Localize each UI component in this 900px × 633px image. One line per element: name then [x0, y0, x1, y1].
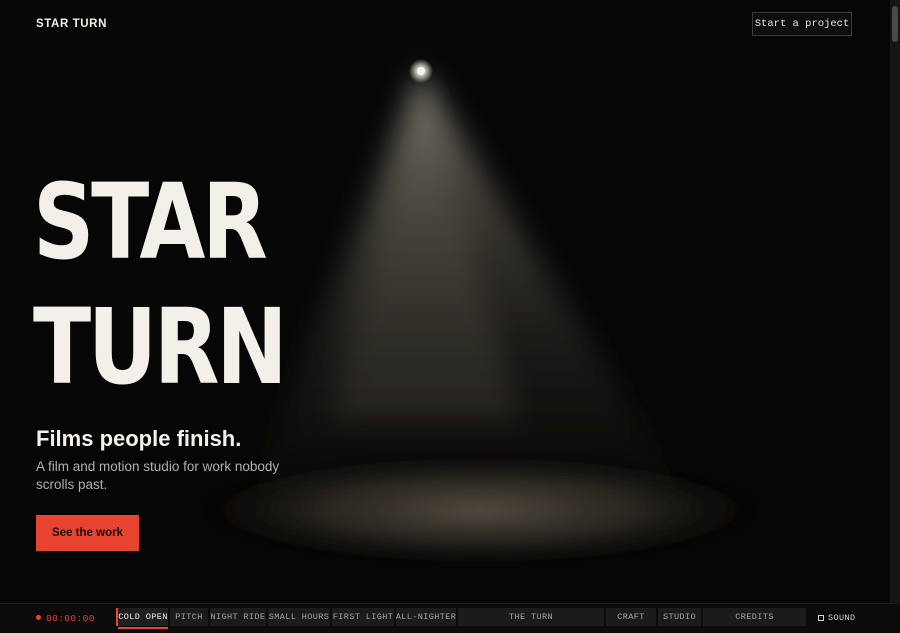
- scrollbar-thumb[interactable]: [892, 6, 898, 42]
- hero-title-line-1: STAR: [33, 161, 268, 283]
- timeline-segment-studio[interactable]: STUDIO: [658, 608, 701, 626]
- timeline-segment-the-turn[interactable]: THE TURN: [458, 608, 604, 626]
- record-dot-icon: [36, 615, 41, 620]
- timeline-segment-cold-open[interactable]: COLD OPEN: [116, 608, 168, 629]
- timecode: 00:00:00: [46, 613, 95, 624]
- timeline-segment-small-hours[interactable]: SMALL HOURS: [268, 608, 330, 626]
- hero-title: STAR TURN: [33, 160, 288, 410]
- brand-logo[interactable]: STAR TURN: [36, 18, 107, 30]
- timeline-segment-pitch[interactable]: PITCH: [170, 608, 208, 626]
- timeline-segment-first-light[interactable]: FIRST LIGHT: [332, 608, 394, 626]
- timeline-segment-night-ride[interactable]: NIGHT RIDE: [210, 608, 266, 626]
- timeline-segment-all-nighter[interactable]: ALL-NIGHTER: [396, 608, 456, 626]
- sound-icon: [818, 615, 824, 621]
- start-project-button[interactable]: Start a project: [752, 12, 852, 36]
- sound-toggle[interactable]: SOUND: [818, 613, 856, 623]
- page-scrollbar[interactable]: [890, 0, 900, 603]
- hero-title-line-2: TURN: [33, 286, 288, 408]
- timeline-segment-craft[interactable]: CRAFT: [606, 608, 656, 626]
- hero-subtitle: A film and motion studio for work nobody…: [36, 459, 280, 492]
- sound-label: SOUND: [828, 613, 856, 623]
- timeline-bar: 00:00:00 COLD OPEN PITCH NIGHT RIDE SMAL…: [0, 603, 900, 633]
- hero-tagline: Films people finish.: [36, 426, 242, 451]
- see-work-button[interactable]: See the work: [36, 515, 139, 551]
- hero-stage: STAR TURN Start a project STAR TURN Film…: [0, 0, 890, 603]
- timeline-segment-credits[interactable]: CREDITS: [703, 608, 806, 626]
